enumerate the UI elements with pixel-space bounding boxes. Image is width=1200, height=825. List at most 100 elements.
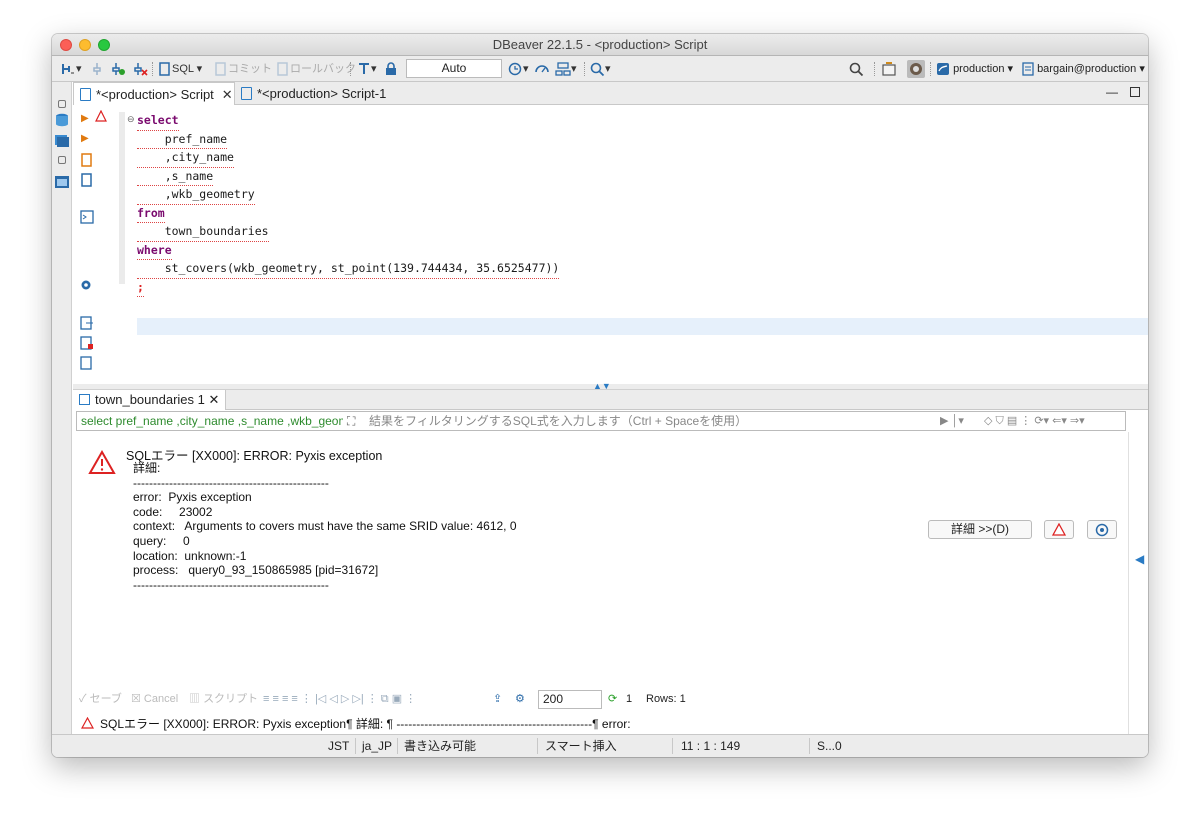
fetch-settings-icon[interactable]: ⚙ xyxy=(515,686,525,712)
script-icon xyxy=(80,88,91,101)
lock-icon[interactable] xyxy=(384,56,398,82)
toolbar-separator xyxy=(930,62,931,76)
export-icon[interactable] xyxy=(80,316,94,333)
panel-toggle-icon[interactable]: ◀ xyxy=(1135,552,1144,566)
code-text[interactable]: select pref_name ,city_name ,s_name ,wkb… xyxy=(137,112,560,297)
projects-icon[interactable] xyxy=(54,132,70,151)
execute-in-new-tab-icon[interactable]: ▶ xyxy=(81,133,89,144)
script-label: スクリプト xyxy=(203,693,259,705)
schema-compare-icon[interactable]: ▾ xyxy=(555,56,577,82)
results-filter[interactable]: select pref_name ,city_name ,s_name ,wkb… xyxy=(76,411,1126,431)
commit-button[interactable]: コミット xyxy=(214,56,272,82)
details-button[interactable]: 詳細 >>(D) xyxy=(928,520,1032,539)
script-button[interactable]: ▥ スクリプト xyxy=(189,686,258,712)
editor-gutter: ▶ ▶ xyxy=(73,106,119,384)
current-line-highlight xyxy=(137,318,1148,335)
commit-label: コミット xyxy=(228,63,272,75)
table-icon xyxy=(79,394,90,405)
editor-side-toolbar xyxy=(52,82,72,734)
new-file-icon[interactable] xyxy=(80,336,94,353)
dashboard-icon[interactable] xyxy=(534,56,550,82)
tab-script-1[interactable]: *<production> Script-1 xyxy=(235,82,405,105)
refresh-icon[interactable]: ⟳ xyxy=(608,686,617,712)
close-tab-icon[interactable]: ✕ xyxy=(222,87,233,102)
filter-query-text: select pref_name ,city_name ,s_name ,wkb… xyxy=(81,414,343,428)
minimize-editor-icon[interactable]: — xyxy=(1106,85,1118,99)
tab-label: *<production> Script xyxy=(96,87,214,102)
refresh-count: 1 xyxy=(626,693,633,705)
rollback-label: ロールバック xyxy=(290,63,356,75)
active-datasource[interactable]: production ▾ xyxy=(936,56,1013,82)
script-icon xyxy=(241,87,252,100)
zoom-window-button[interactable] xyxy=(98,39,110,51)
terminal-icon[interactable] xyxy=(80,210,94,227)
collapse-icon[interactable]: ⊖ xyxy=(127,114,135,125)
error-details: 詳細: ------------------------------------… xyxy=(133,461,517,592)
tab-results-town-boundaries[interactable]: town_boundaries 1 ✕ xyxy=(73,390,227,410)
row-edit-icons[interactable]: ≡ ≡ ≡ ≡ ⋮ |◁ ◁ ▷ ▷| ⋮ ⧉ ▣ ⋮ xyxy=(263,686,416,712)
sql-editor-button[interactable]: SQL ▾ xyxy=(158,56,202,82)
code-line: st_covers(wkb_geometry, st_point(139.744… xyxy=(137,260,560,279)
tab-script[interactable]: *<production> Script ✕ xyxy=(73,82,235,105)
toolbar-separator xyxy=(584,62,585,76)
apply-filter-icon[interactable]: ▶ │▾ xyxy=(940,411,964,431)
reconnect-icon[interactable] xyxy=(110,56,126,82)
error-log-button[interactable] xyxy=(1044,520,1074,539)
main-toolbar: ▾ SQL ▾ コミット ロールバック ▾ Auto ▾ ▾ ▾ product… xyxy=(52,56,1148,82)
error-panel: SQLエラー [XX000]: ERROR: Pyxis exception 詳… xyxy=(73,432,1128,684)
warning-icon xyxy=(80,715,95,734)
maximize-editor-icon[interactable] xyxy=(1130,87,1140,97)
sql-label: SQL xyxy=(172,63,194,75)
error-warning-icon xyxy=(88,449,116,478)
warning-icon xyxy=(95,109,107,125)
code-line: town_boundaries xyxy=(137,223,269,242)
editor-tabs: *<production> Script ✕ *<production> Scri… xyxy=(73,82,1148,105)
results-tab-label: town_boundaries 1 xyxy=(95,392,205,407)
execute-script-new-tab-icon[interactable] xyxy=(80,172,94,191)
sql-editor[interactable]: ▶ ▶ ⊖ select pref_name ,city_name ,s_nam… xyxy=(73,106,1148,384)
code-line: pref_name xyxy=(137,131,228,149)
global-search-icon[interactable] xyxy=(848,56,864,82)
filter-tools-icon[interactable]: ◇ ⛉ ▤ ⋮ ⟳▾ ⇐▾ ⇒▾ xyxy=(984,411,1085,431)
close-tab-icon[interactable]: ✕ xyxy=(208,392,219,407)
schema-label: bargain@production xyxy=(1037,63,1137,75)
code-line: ; xyxy=(137,279,144,297)
error-status-line: SQLエラー [XX000]: ERROR: Pyxis exception¶ … xyxy=(73,714,1128,734)
sql-file-icon[interactable] xyxy=(80,356,94,373)
cancel-label: Cancel xyxy=(143,693,179,705)
restore-icon[interactable] xyxy=(58,156,66,164)
code-line: where xyxy=(137,242,172,260)
search-icon[interactable]: ▾ xyxy=(589,56,611,82)
filter-input[interactable]: 結果をフィルタリングするSQL式を入力します（Ctrl + Spaceを使用） xyxy=(369,412,747,430)
transaction-mode-icon[interactable]: ▾ xyxy=(357,56,377,82)
locale: ja_JP xyxy=(362,739,393,753)
disconnect-icon[interactable] xyxy=(90,56,104,82)
active-schema[interactable]: bargain@production ▾ xyxy=(1022,56,1145,82)
restore-icon[interactable] xyxy=(58,100,66,108)
save-button[interactable]: ✓ セーブ xyxy=(79,686,122,712)
perspective-icon[interactable] xyxy=(881,56,897,82)
database-navigator-icon[interactable] xyxy=(54,112,70,131)
toolbar-separator xyxy=(152,62,153,76)
error-status-text: SQLエラー [XX000]: ERROR: Pyxis exception¶ … xyxy=(100,717,631,731)
cancel-button[interactable]: ☒ Cancel xyxy=(131,686,178,712)
expand-filter-icon[interactable]: ⛶ xyxy=(347,412,355,430)
help-button[interactable] xyxy=(1087,520,1117,539)
execute-statement-icon[interactable]: ▶ xyxy=(81,113,89,124)
disconnect-all-icon[interactable] xyxy=(132,56,148,82)
rollback-button[interactable]: ロールバック xyxy=(276,56,356,82)
execute-script-icon[interactable] xyxy=(80,152,94,171)
history-icon[interactable]: ▾ xyxy=(507,56,529,82)
auto-commit-mode[interactable]: Auto xyxy=(406,59,502,78)
rows-count: Rows: 1 xyxy=(646,693,686,705)
panel-icon[interactable] xyxy=(54,174,70,193)
export-data-icon[interactable]: ⇪ xyxy=(493,686,502,712)
close-window-button[interactable] xyxy=(60,39,72,51)
connect-icon[interactable]: ▾ xyxy=(60,56,82,82)
code-line: ,city_name xyxy=(137,149,234,168)
fold-ruler xyxy=(119,112,125,284)
user-avatar-icon[interactable] xyxy=(907,56,925,82)
fetch-size-input[interactable]: 200 xyxy=(538,690,602,709)
minimize-window-button[interactable] xyxy=(79,39,91,51)
settings-gear-icon[interactable] xyxy=(79,278,93,295)
